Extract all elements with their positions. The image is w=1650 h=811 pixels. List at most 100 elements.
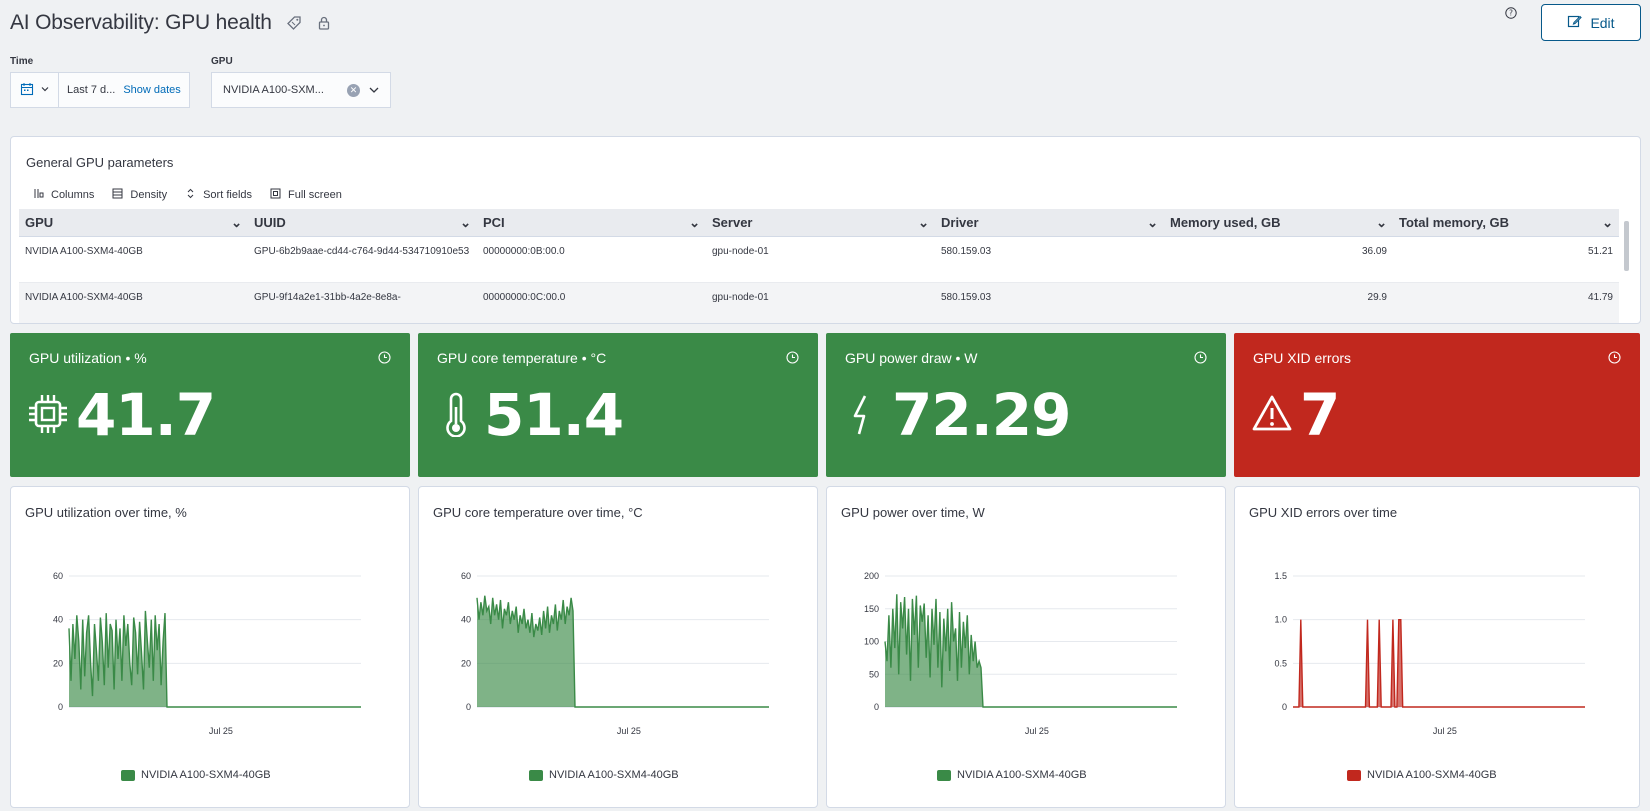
legend-label: NVIDIA A100-SXM4-40GB bbox=[1367, 769, 1497, 781]
gpu-select[interactable]: NVIDIA A100-SXM... ✕ bbox=[211, 72, 391, 108]
clock-icon[interactable] bbox=[378, 351, 391, 364]
time-picker[interactable]: Last 7 d... Show dates bbox=[10, 72, 190, 108]
column-header-total-memory[interactable]: Total memory, GB ⌄ bbox=[1393, 209, 1619, 236]
show-dates-link[interactable]: Show dates bbox=[123, 84, 180, 96]
chip-icon bbox=[29, 395, 67, 433]
cell-pci: 00000000:0B:00.0 bbox=[483, 246, 565, 257]
y-tick-label: 0 bbox=[874, 702, 879, 712]
chart-gpu-power: GPU power over time, W 0 50 100 150 200 Jul 2… bbox=[826, 486, 1226, 808]
full-screen-button[interactable]: Full screen bbox=[270, 188, 342, 202]
y-tick-label: 0.5 bbox=[1274, 658, 1287, 668]
tag-icon[interactable] bbox=[286, 15, 302, 31]
chart-legend[interactable]: NVIDIA A100-SXM4-40GB bbox=[1347, 769, 1497, 781]
columns-label: Columns bbox=[51, 189, 95, 201]
column-header-memory-used[interactable]: Memory used, GB ⌄ bbox=[1164, 209, 1393, 236]
density-icon bbox=[112, 188, 123, 202]
cell-memory-used: 36.09 bbox=[1361, 246, 1387, 257]
x-tick-label: Jul 25 bbox=[1025, 726, 1049, 736]
y-tick-label: 20 bbox=[53, 658, 63, 668]
column-header-driver[interactable]: Driver ⌄ bbox=[935, 209, 1164, 236]
edit-label: Edit bbox=[1590, 14, 1615, 31]
metric-title: GPU core temperature • °C bbox=[437, 350, 607, 366]
column-header-pci[interactable]: PCI ⌄ bbox=[477, 209, 706, 236]
pencil-icon bbox=[1567, 14, 1583, 32]
chevron-down-icon[interactable]: ⌄ bbox=[1147, 215, 1158, 231]
chevron-down-icon[interactable]: ⌄ bbox=[1602, 215, 1613, 231]
cell-uuid: GPU-6b2b9aae-cd44-c764-9d44-534710910e53 bbox=[254, 246, 470, 257]
cell-total-memory: 41.79 bbox=[1587, 292, 1613, 303]
column-header-gpu[interactable]: GPU ⌄ bbox=[19, 209, 248, 236]
warning-icon bbox=[1252, 395, 1292, 431]
gpu-filter-label: GPU bbox=[211, 56, 233, 67]
chart-legend[interactable]: NVIDIA A100-SXM4-40GB bbox=[121, 769, 271, 781]
legend-swatch bbox=[121, 769, 135, 781]
chevron-down-icon[interactable]: ⌄ bbox=[231, 215, 242, 231]
chart-plot: 0 20 40 60 Jul 25 bbox=[461, 571, 769, 736]
metric-value: 7 bbox=[1300, 381, 1340, 449]
x-tick-label: Jul 25 bbox=[617, 726, 641, 736]
sort-fields-button[interactable]: Sort fields bbox=[185, 188, 252, 202]
column-header-label: Driver bbox=[941, 215, 979, 230]
metric-gpu-utilization: GPU utilization • % 41.7 bbox=[10, 333, 410, 477]
y-tick-label: 0 bbox=[58, 702, 63, 712]
chart-plot: 0 0.5 1.0 1.5 Jul 25 bbox=[1274, 571, 1585, 736]
calendar-button[interactable] bbox=[11, 73, 59, 107]
y-tick-label: 200 bbox=[864, 571, 879, 581]
chevron-down-icon[interactable] bbox=[368, 84, 380, 96]
chevron-down-icon[interactable]: ⌄ bbox=[1376, 215, 1387, 231]
chevron-down-icon[interactable]: ⌄ bbox=[689, 215, 700, 231]
metric-title: GPU XID errors bbox=[1253, 350, 1352, 366]
y-tick-label: 60 bbox=[461, 571, 471, 581]
clock-icon[interactable] bbox=[1608, 351, 1621, 364]
clock-icon[interactable] bbox=[786, 351, 799, 364]
columns-button[interactable]: Columns bbox=[33, 188, 94, 202]
page-header: AI Observability: GPU health bbox=[10, 8, 332, 38]
legend-label: NVIDIA A100-SXM4-40GB bbox=[957, 769, 1087, 781]
column-header-server[interactable]: Server ⌄ bbox=[706, 209, 935, 236]
clock-icon[interactable] bbox=[1194, 351, 1207, 364]
legend-label: NVIDIA A100-SXM4-40GB bbox=[141, 769, 271, 781]
help-icon[interactable]: ? bbox=[1505, 6, 1517, 19]
chart-legend[interactable]: NVIDIA A100-SXM4-40GB bbox=[529, 769, 679, 781]
table-row[interactable]: NVIDIA A100-SXM4-40GB GPU-9f14a2e1-31bb-… bbox=[19, 283, 1619, 323]
y-tick-label: 1.0 bbox=[1274, 615, 1287, 625]
time-range-value[interactable]: Last 7 d... bbox=[59, 84, 123, 96]
column-header-label: PCI bbox=[483, 215, 505, 230]
edit-button[interactable]: Edit bbox=[1541, 4, 1641, 41]
metric-title: GPU utilization • % bbox=[29, 350, 147, 366]
series-area bbox=[477, 595, 769, 707]
full-screen-icon bbox=[270, 188, 281, 202]
y-tick-label: 50 bbox=[869, 669, 879, 679]
sort-icon bbox=[185, 188, 196, 202]
bolt-icon bbox=[853, 395, 867, 435]
chevron-down-icon bbox=[40, 84, 50, 97]
metric-value: 51.4 bbox=[484, 381, 624, 449]
panel-title: General GPU parameters bbox=[26, 155, 174, 170]
chart-gpu-xid-errors: GPU XID errors over time 0 0.5 1.0 1.5 Jul 2… bbox=[1234, 486, 1640, 808]
lock-icon[interactable] bbox=[316, 15, 332, 31]
columns-icon bbox=[33, 188, 44, 202]
cell-driver: 580.159.03 bbox=[941, 292, 992, 303]
column-header-label: GPU bbox=[25, 215, 54, 230]
metric-title: GPU power draw • W bbox=[845, 350, 978, 366]
legend-swatch bbox=[1347, 769, 1361, 781]
legend-swatch bbox=[937, 769, 951, 781]
chart-plot: 0 20 40 60 Jul 25 bbox=[53, 571, 361, 736]
chevron-down-icon[interactable]: ⌄ bbox=[460, 215, 471, 231]
cell-server: gpu-node-01 bbox=[712, 292, 769, 303]
chevron-down-icon[interactable]: ⌄ bbox=[918, 215, 929, 231]
density-button[interactable]: Density bbox=[112, 188, 167, 202]
column-header-uuid[interactable]: UUID ⌄ bbox=[248, 209, 477, 236]
full-screen-label: Full screen bbox=[288, 189, 342, 201]
cell-uuid: GPU-9f14a2e1-31bb-4a2e-8e8a- bbox=[254, 292, 401, 303]
metric-gpu-temperature: GPU core temperature • °C 51.4 bbox=[418, 333, 818, 477]
x-tick-label: Jul 25 bbox=[1433, 726, 1457, 736]
clear-icon[interactable]: ✕ bbox=[347, 83, 360, 97]
x-tick-label: Jul 25 bbox=[209, 726, 233, 736]
cell-memory-used: 29.9 bbox=[1367, 292, 1387, 303]
y-tick-label: 20 bbox=[461, 658, 471, 668]
table-row[interactable]: NVIDIA A100-SXM4-40GB GPU-6b2b9aae-cd44-… bbox=[19, 237, 1619, 283]
chart-legend[interactable]: NVIDIA A100-SXM4-40GB bbox=[937, 769, 1087, 781]
column-header-label: Memory used, GB bbox=[1170, 215, 1281, 230]
table-scrollbar[interactable] bbox=[1624, 221, 1629, 271]
